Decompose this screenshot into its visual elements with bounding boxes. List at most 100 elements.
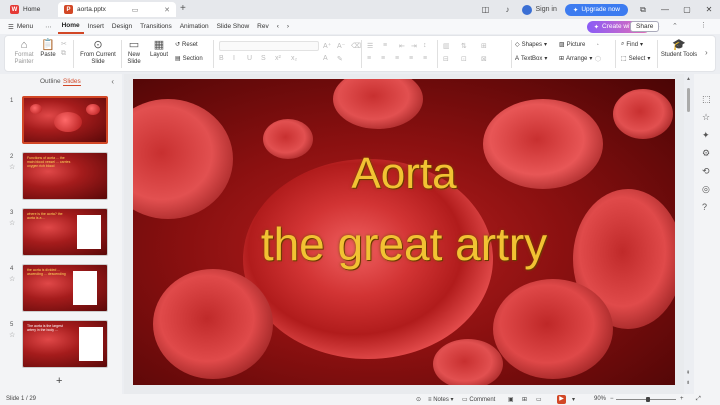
new-slide-button[interactable]: ▭ New Slide xyxy=(123,39,145,66)
tab-review[interactable]: Rev xyxy=(253,19,273,34)
slide-sorter-icon[interactable]: ⊞ xyxy=(522,396,527,403)
star-icon[interactable]: ☆ xyxy=(9,163,15,171)
superscript-icon[interactable]: x² xyxy=(275,55,281,62)
ribbon-scroll-right-icon[interactable]: › xyxy=(705,48,708,57)
star-icon[interactable]: ☆ xyxy=(9,275,15,283)
font-size-up-icon[interactable]: A⁺ xyxy=(323,42,331,50)
smartart-icon[interactable]: ⊟ xyxy=(443,55,449,63)
from-current-slide-button[interactable]: ⊙ From Current Slide xyxy=(77,39,119,66)
slideshow-play-icon[interactable]: ▶ xyxy=(557,395,566,404)
highlight-icon[interactable]: ✎ xyxy=(337,55,343,63)
italic-icon[interactable]: I xyxy=(233,55,235,62)
normal-view-icon[interactable]: ▣ xyxy=(508,396,514,403)
align-left-icon[interactable]: ≡ xyxy=(367,55,371,62)
tab-animation[interactable]: Animation xyxy=(176,19,213,34)
slide-thumbnail-row[interactable]: 3 ☆ where is the aorta? the aorta is a .… xyxy=(6,208,116,258)
clear-format-icon[interactable]: ⌫ xyxy=(351,42,361,50)
close-window-icon[interactable]: ✕ xyxy=(702,5,716,14)
tab-outline[interactable]: Outline xyxy=(40,78,61,85)
collapse-panel-icon[interactable]: ‹ xyxy=(111,77,114,86)
window-icon[interactable]: ▭ xyxy=(132,6,139,14)
star-icon[interactable]: ☆ xyxy=(9,219,15,227)
slide-canvas[interactable]: Aorta the great artry xyxy=(133,79,675,385)
convert-icon[interactable]: ⊠ xyxy=(481,55,487,63)
tab-slide-show[interactable]: Slide Show xyxy=(213,19,254,34)
text-box-align-icon[interactable]: ⊡ xyxy=(461,55,467,63)
section-button[interactable]: ▤ Section xyxy=(175,55,203,63)
indent-icon[interactable]: ⇥ xyxy=(411,42,417,50)
bullets-icon[interactable]: ☰ xyxy=(367,42,373,50)
more-options-icon[interactable]: ⋮ xyxy=(700,21,707,29)
bell-icon[interactable]: ♪ xyxy=(500,5,514,14)
bold-icon[interactable]: B xyxy=(219,55,224,62)
paste-button[interactable]: 📋 Paste xyxy=(39,39,57,58)
zoom-slider-handle[interactable] xyxy=(646,397,650,402)
font-color-icon[interactable]: A xyxy=(323,55,328,62)
picture-button[interactable]: ▨ Picture xyxy=(559,41,585,49)
tab-insert[interactable]: Insert xyxy=(84,19,108,34)
line-spacing-icon[interactable]: ↕ xyxy=(423,42,427,49)
underline-icon[interactable]: U xyxy=(247,55,252,62)
notes-button[interactable]: ≡ Notes ▾ xyxy=(428,396,454,403)
tile-windows-icon[interactable]: ⧉ xyxy=(636,5,650,15)
tab-design[interactable]: Design xyxy=(108,19,136,34)
find-button[interactable]: ⌕ Find ▾ xyxy=(621,41,643,48)
sign-in-button[interactable]: Sign in xyxy=(522,4,557,15)
slide-thumbnail[interactable]: where is the aorta? the aorta is a ... xyxy=(22,208,108,256)
fit-to-window-icon[interactable]: ⤢ xyxy=(696,396,701,403)
history-icon[interactable]: ⟲ xyxy=(702,166,710,177)
slide-thumbnail[interactable]: The aorta is the largest artery in the b… xyxy=(22,320,108,368)
justify-icon[interactable]: ≡ xyxy=(409,55,413,62)
slide-thumbnail-row[interactable]: 4 ☆ the aorta is divided ... ascending .… xyxy=(6,264,116,314)
color-icon[interactable]: ◎ xyxy=(702,184,710,195)
tab-home[interactable]: Home xyxy=(57,19,84,34)
home-tab[interactable]: W Home xyxy=(4,2,56,17)
slide-thumbnail-row[interactable]: 1 xyxy=(6,96,116,146)
tab-scroll-left-icon[interactable]: ‹ xyxy=(273,19,283,34)
arrange-button[interactable]: ⊞ Arrange ▾ xyxy=(559,55,592,63)
outdent-icon[interactable]: ⇤ xyxy=(399,42,405,50)
align-center-icon[interactable]: ≡ xyxy=(381,55,385,62)
strikethrough-icon[interactable]: S xyxy=(261,55,266,62)
format-painter-button[interactable]: ⌂ Format Painter xyxy=(13,39,35,66)
columns-icon[interactable]: ▥ xyxy=(443,42,450,50)
reading-view-icon[interactable]: ▭ xyxy=(536,396,542,403)
star-icon[interactable]: ☆ xyxy=(9,331,15,339)
zoom-dropdown-icon[interactable]: ▾ xyxy=(572,396,575,403)
properties-icon[interactable]: ⚙ xyxy=(702,148,710,159)
slide-thumbnail[interactable]: the aorta is divided ... ascending ... d… xyxy=(22,264,108,312)
cut-icon[interactable]: ✂ xyxy=(61,40,67,48)
scrollbar-thumb[interactable] xyxy=(687,88,690,112)
page-down-icon[interactable]: ⇟ xyxy=(686,380,690,386)
text-direction-icon[interactable]: ⇅ xyxy=(461,42,467,50)
slide-editor[interactable]: Aorta the great artry xyxy=(124,74,684,394)
fill-icon[interactable]: ◔ xyxy=(595,42,599,49)
distributed-icon[interactable]: ≡ xyxy=(423,55,427,62)
layout-button[interactable]: ▦ Layout xyxy=(147,39,171,58)
new-tab-button[interactable]: + xyxy=(180,3,186,14)
zoom-out-icon[interactable]: − xyxy=(610,396,614,402)
numbering-icon[interactable]: ≡ xyxy=(383,42,387,49)
sidebar-toggle-icon[interactable]: ◫ xyxy=(478,5,492,14)
shapes-button[interactable]: ◇ Shapes ▾ xyxy=(515,41,547,49)
font-name-select[interactable] xyxy=(219,41,319,51)
tab-scroll-right-icon[interactable]: › xyxy=(283,19,293,34)
reset-button[interactable]: ↺ Reset xyxy=(175,41,198,49)
animation-icon[interactable]: ✦ xyxy=(702,130,710,141)
slide-title[interactable]: Aorta xyxy=(133,149,675,199)
select-button[interactable]: ⬚ Select ▾ xyxy=(621,55,650,63)
minimize-icon[interactable]: — xyxy=(658,5,672,14)
copy-icon[interactable]: ⧉ xyxy=(61,50,66,58)
favorite-icon[interactable]: ☆ xyxy=(702,112,710,123)
outline-icon[interactable]: ⬡ xyxy=(595,55,601,63)
text-align-icon[interactable]: ⊞ xyxy=(481,42,487,50)
textbox-button[interactable]: A TextBox ▾ xyxy=(515,55,547,63)
help-icon[interactable]: ? xyxy=(702,202,707,212)
upgrade-button[interactable]: ✦ Upgrade now xyxy=(564,3,628,16)
scroll-up-icon[interactable]: ▲ xyxy=(686,76,691,82)
slide-subtitle[interactable]: the great artry xyxy=(133,217,675,271)
tab-transitions[interactable]: Transitions xyxy=(136,19,176,34)
more-icon[interactable]: ⋯ xyxy=(39,23,58,31)
spell-check-icon[interactable]: ⊙ xyxy=(416,396,421,403)
vertical-scrollbar[interactable]: ▲ ⇞ ⇟ xyxy=(686,76,692,386)
